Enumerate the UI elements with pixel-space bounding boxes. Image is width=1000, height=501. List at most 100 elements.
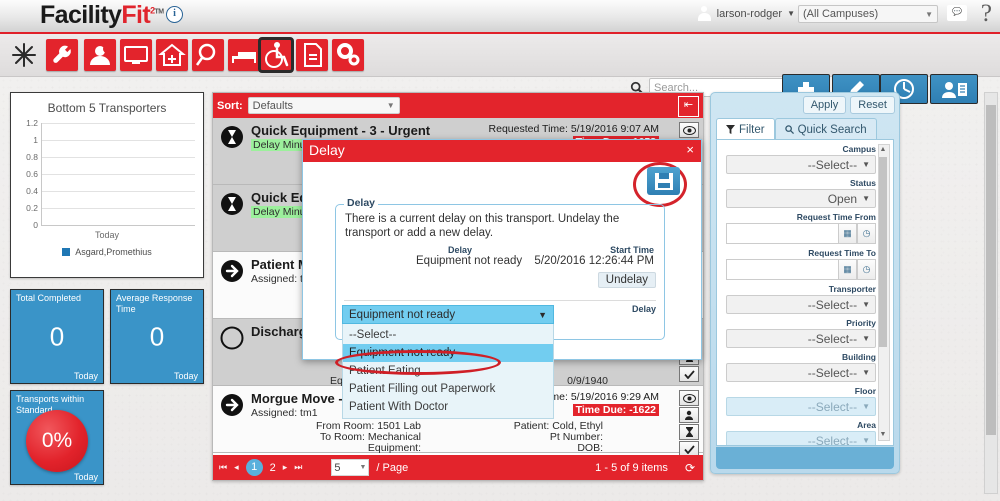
y-tick: 0.8 <box>26 151 38 162</box>
sparkle-icon[interactable] <box>12 43 36 67</box>
filter-field-status: Status Open ▼ <box>726 178 876 208</box>
row-details-right: Patient: Cold, Ethyl Pt Number: DOB: <box>478 421 603 454</box>
sort-select[interactable]: Defaults ▼ <box>247 97 400 114</box>
start-time-column-header: Start Time <box>610 245 654 255</box>
user-menu[interactable]: larson-rodger ▼ <box>697 6 795 21</box>
toolbar-item-home-plus[interactable] <box>156 39 188 71</box>
user-name-label: larson-rodger <box>716 7 783 20</box>
app-logo: FacilityFit2TM <box>40 1 164 30</box>
current-start-time-value: 5/20/2016 12:26:44 PM <box>534 255 654 267</box>
kpi-title: Average Response Time <box>116 293 193 314</box>
first-page-button[interactable]: ⏮ <box>219 462 227 473</box>
row-subtitle: Assigned: tm1 <box>251 407 318 419</box>
close-icon[interactable]: × <box>686 142 694 157</box>
prev-page-button[interactable]: ◂ <box>234 462 239 473</box>
chevron-down-icon: ▼ <box>359 464 367 471</box>
filter-scrollbar[interactable]: ▲ ▼ <box>878 144 890 441</box>
delay-select[interactable]: Equipment not ready ▼ <box>342 305 554 324</box>
toolbar-item-gears[interactable] <box>332 39 364 71</box>
last-page-button[interactable]: ⏭ <box>294 462 302 473</box>
delay-hourglass-icon[interactable] <box>679 424 699 440</box>
view-icon[interactable] <box>679 122 699 138</box>
clock-icon[interactable]: ◷ <box>857 259 876 280</box>
field-value: --Select-- <box>807 331 858 346</box>
page-scrollbar[interactable] <box>984 92 998 494</box>
message-people-icon[interactable]: 💬 <box>947 5 967 21</box>
toolbar-item-wrench[interactable] <box>46 39 78 71</box>
filter-field-building: Building --Select-- ▼ <box>726 352 876 382</box>
undelay-button[interactable]: Undelay <box>597 272 656 288</box>
scroll-down-icon[interactable]: ▼ <box>879 430 887 440</box>
pagination: ⏮ ◂ 1 2 ▸ ⏭ 5 ▼ / Page 1 - 5 of 9 items … <box>213 455 703 480</box>
field-label: Transporter <box>828 284 876 294</box>
toolbar-item-magnifier[interactable] <box>192 39 224 71</box>
kpi-average-response-time[interactable]: Average Response Time 0 Today <box>110 289 204 384</box>
delay-option-patient-filling-out-paperwork[interactable]: Patient Filling out Paperwork <box>343 380 553 398</box>
tab-quick-search[interactable]: Quick Search <box>774 118 877 140</box>
y-tick: 0.4 <box>26 185 38 196</box>
toolbar-item-document[interactable] <box>296 39 328 71</box>
info-icon[interactable]: i <box>166 6 183 23</box>
building-filter-select[interactable]: --Select-- ▼ <box>726 363 876 382</box>
request-time-from-field[interactable]: ▦ ◷ <box>726 223 876 244</box>
status-filter-select[interactable]: Open ▼ <box>726 189 876 208</box>
modal-title: Delay <box>309 142 345 158</box>
per-page-select[interactable]: 5 ▼ <box>331 459 370 476</box>
toolbar-item-wheelchair[interactable] <box>258 37 294 73</box>
request-time-from-input[interactable] <box>726 223 838 244</box>
next-page-button[interactable]: ▸ <box>283 462 288 473</box>
scroll-up-icon[interactable]: ▲ <box>879 145 887 155</box>
priority-filter-select[interactable]: --Select-- ▼ <box>726 329 876 348</box>
filter-field-campus: Campus --Select-- ▼ <box>726 144 876 174</box>
assign-button[interactable] <box>930 74 978 104</box>
hourglass-icon <box>221 193 243 215</box>
request-time-to-field[interactable]: ▦ ◷ <box>726 259 876 280</box>
filter-field-request-time-from: Request Time From ▦ ◷ <box>726 212 876 244</box>
transporter-filter-select[interactable]: --Select-- ▼ <box>726 295 876 314</box>
save-button[interactable] <box>647 167 680 195</box>
help-button[interactable]: ? <box>981 0 992 28</box>
calendar-icon[interactable]: ▦ <box>838 223 857 244</box>
kpi-transports-within-standard[interactable]: Transports within Standard 0% Today <box>10 390 104 485</box>
calendar-icon[interactable]: ▦ <box>838 259 857 280</box>
floor-filter-select[interactable]: --Select-- ▼ <box>726 397 876 416</box>
to-room-label: To Room: <box>320 431 365 443</box>
campus-select[interactable]: (All Campuses) ▼ <box>798 5 938 23</box>
toolbar-item-monitor[interactable] <box>120 39 152 71</box>
kpi-total-completed[interactable]: Total Completed 0 Today <box>10 289 104 384</box>
legend-swatch <box>62 248 71 256</box>
refresh-icon[interactable]: ⟳ <box>685 461 695 475</box>
chevron-down-icon: ▼ <box>862 160 870 169</box>
complete-check-icon[interactable] <box>679 366 699 382</box>
request-time-to-input[interactable] <box>726 259 838 280</box>
field-label: Building <box>842 352 876 362</box>
patient-label: Patient: <box>513 420 550 432</box>
delay-option-patient-with-doctor[interactable]: Patient With Doctor <box>343 398 553 416</box>
page-button-2[interactable]: 2 <box>270 462 276 474</box>
row-title: Quick Equipment - 3 - Urgent <box>251 123 431 138</box>
collapse-icon[interactable]: ⇤ <box>678 96 699 117</box>
apply-button[interactable]: Apply <box>802 96 847 114</box>
campus-filter-select[interactable]: --Select-- ▼ <box>726 155 876 174</box>
filter-scrollbar-thumb[interactable] <box>879 157 887 347</box>
field-label: Request Time From <box>796 212 876 222</box>
page-button-1[interactable]: 1 <box>245 459 263 476</box>
logo-accent: Fit <box>121 1 151 29</box>
toolbar-item-user-admin[interactable] <box>84 39 116 71</box>
delay-column-header: Delay <box>448 245 473 255</box>
toolbar-item-bed[interactable] <box>228 39 260 71</box>
field-value: --Select-- <box>807 297 858 312</box>
page-scrollbar-thumb[interactable] <box>986 105 996 435</box>
tab-filter[interactable]: Filter <box>716 118 775 140</box>
area-filter-select[interactable]: --Select-- ▼ <box>726 431 876 445</box>
magnifier-icon <box>784 125 794 134</box>
legend-label: Asgard,Promethius <box>75 247 152 257</box>
field-label: Status <box>850 178 876 188</box>
x-axis-label: Today <box>94 230 120 240</box>
view-icon[interactable] <box>679 390 699 406</box>
delay-option-select[interactable]: --Select-- <box>343 326 553 344</box>
reset-button[interactable]: Reset <box>850 96 895 114</box>
clock-icon[interactable]: ◷ <box>857 223 876 244</box>
filter-field-floor: Floor --Select-- ▼ <box>726 386 876 416</box>
assign-person-icon[interactable] <box>679 407 699 423</box>
